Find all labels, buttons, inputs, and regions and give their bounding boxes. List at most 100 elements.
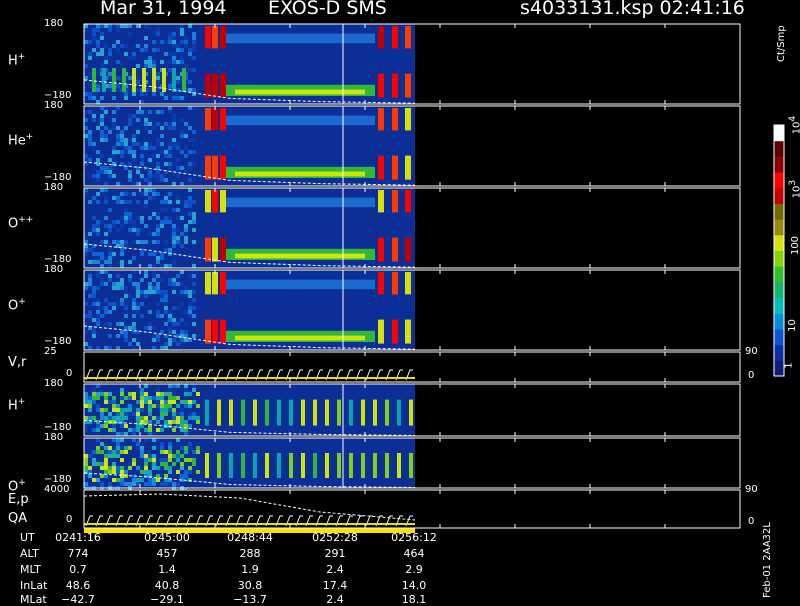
spectro-pixel bbox=[144, 400, 148, 404]
spectro-pixel bbox=[148, 252, 152, 256]
panel-label: He+ bbox=[8, 132, 33, 148]
spectro-pixel bbox=[156, 224, 160, 228]
spectro-pixel bbox=[112, 150, 116, 154]
spectro-pixel bbox=[148, 470, 152, 474]
spectro-pixel bbox=[192, 32, 196, 36]
spectro-pixel bbox=[168, 200, 172, 204]
spectro-pixel bbox=[144, 470, 148, 474]
spectro-pixel bbox=[192, 216, 196, 220]
spectro-pixel bbox=[176, 306, 180, 310]
spectro-pixel bbox=[84, 154, 88, 158]
spectro-pixel bbox=[184, 216, 188, 220]
spectro-pixel bbox=[132, 134, 136, 138]
spectro-pixel bbox=[128, 56, 132, 60]
spectro-pixel bbox=[92, 322, 96, 326]
spectro-pixel bbox=[176, 240, 180, 244]
spectro-pixel bbox=[100, 286, 104, 290]
spectro-pixel bbox=[192, 302, 196, 306]
spectro-pixel bbox=[84, 158, 88, 162]
spectro-pixel bbox=[108, 130, 112, 134]
colorbar-swatch bbox=[774, 140, 784, 157]
spectro-pixel bbox=[116, 200, 120, 204]
spectro-pixel bbox=[180, 412, 184, 416]
spectro-pixel bbox=[112, 306, 116, 310]
spectro-pixel bbox=[180, 474, 184, 478]
spectro-pixel bbox=[192, 52, 196, 56]
spectro-pixel bbox=[160, 330, 164, 334]
spectro-pixel bbox=[140, 416, 144, 420]
spectro-pixel bbox=[96, 438, 100, 442]
spectro-pixel bbox=[168, 106, 172, 110]
panel-label-sup: ++ bbox=[18, 215, 34, 225]
spectro-pixel bbox=[104, 106, 108, 110]
spectro-pixel bbox=[96, 228, 100, 232]
ion-band bbox=[225, 279, 375, 290]
spectro-pixel bbox=[84, 442, 88, 446]
spectro-pixel bbox=[152, 64, 156, 68]
spectro-pixel bbox=[168, 428, 172, 432]
hot-column bbox=[220, 190, 226, 213]
spectro-pixel bbox=[180, 302, 184, 306]
spectro-pixel bbox=[96, 44, 100, 48]
spectro-pixel bbox=[144, 392, 148, 396]
spectro-pixel bbox=[156, 138, 160, 142]
spectro-pixel bbox=[192, 416, 196, 420]
spectro-pixel bbox=[172, 322, 176, 326]
info-cell: 48.6 bbox=[65, 579, 91, 592]
spectro-pixel bbox=[96, 146, 100, 150]
spectro-pixel bbox=[152, 442, 156, 446]
spectro-pixel bbox=[164, 52, 168, 56]
spectro-pixel bbox=[144, 326, 148, 330]
spectro-pixel bbox=[92, 228, 96, 232]
hot-column bbox=[220, 108, 226, 131]
spectro-pixel bbox=[124, 482, 128, 486]
info-row-label: ALT bbox=[20, 547, 39, 560]
hot-column bbox=[385, 453, 389, 478]
hot-column bbox=[392, 26, 398, 49]
spectro-pixel bbox=[112, 60, 116, 64]
spectro-pixel bbox=[180, 150, 184, 154]
spectro-pixel bbox=[192, 138, 196, 142]
hot-column bbox=[205, 453, 209, 478]
spectro-pixel bbox=[128, 118, 132, 122]
spectro-pixel bbox=[152, 420, 156, 424]
spectro-pixel bbox=[104, 44, 108, 48]
spectro-pixel bbox=[136, 294, 140, 298]
spectro-pixel bbox=[96, 76, 100, 80]
spectro-pixel bbox=[124, 326, 128, 330]
spectro-pixel bbox=[144, 60, 148, 64]
spectro-pixel bbox=[148, 146, 152, 150]
spectro-pixel bbox=[120, 396, 124, 400]
spectro-pixel bbox=[100, 170, 104, 174]
spectro-pixel bbox=[88, 48, 92, 52]
info-cell: 2.4 bbox=[326, 563, 344, 576]
colorbar-swatch bbox=[774, 360, 784, 377]
spectro-pixel bbox=[116, 282, 120, 286]
spectro-pixel bbox=[84, 192, 88, 196]
spectro-pixel bbox=[92, 424, 96, 428]
spectro-pixel bbox=[140, 252, 144, 256]
spectro-pixel bbox=[148, 216, 152, 220]
spectro-pixel bbox=[156, 188, 160, 192]
spectro-pixel bbox=[120, 412, 124, 416]
spectro-pixel bbox=[160, 208, 164, 212]
spectro-pixel bbox=[168, 450, 172, 454]
spectro-pixel bbox=[112, 178, 116, 182]
spectro-pixel bbox=[128, 404, 132, 408]
spectro-pixel bbox=[180, 110, 184, 114]
panel-label-text: E,p bbox=[8, 492, 29, 507]
spectro-pixel bbox=[124, 282, 128, 286]
colorbar-swatch bbox=[774, 328, 784, 346]
spectro-pixel bbox=[140, 192, 144, 196]
y-tick-top: 180 bbox=[44, 378, 64, 389]
spectro-pixel bbox=[120, 450, 124, 454]
spectro-pixel bbox=[124, 334, 128, 338]
spectro-pixel bbox=[108, 88, 112, 92]
spectro-pixel bbox=[112, 462, 116, 466]
spectro-pixel bbox=[192, 40, 196, 44]
spectro-pixel bbox=[136, 466, 140, 470]
spectro-pixel bbox=[152, 60, 156, 64]
spectro-pixel bbox=[188, 400, 192, 404]
spectro-pixel bbox=[180, 462, 184, 466]
spectro-pixel bbox=[180, 28, 184, 32]
